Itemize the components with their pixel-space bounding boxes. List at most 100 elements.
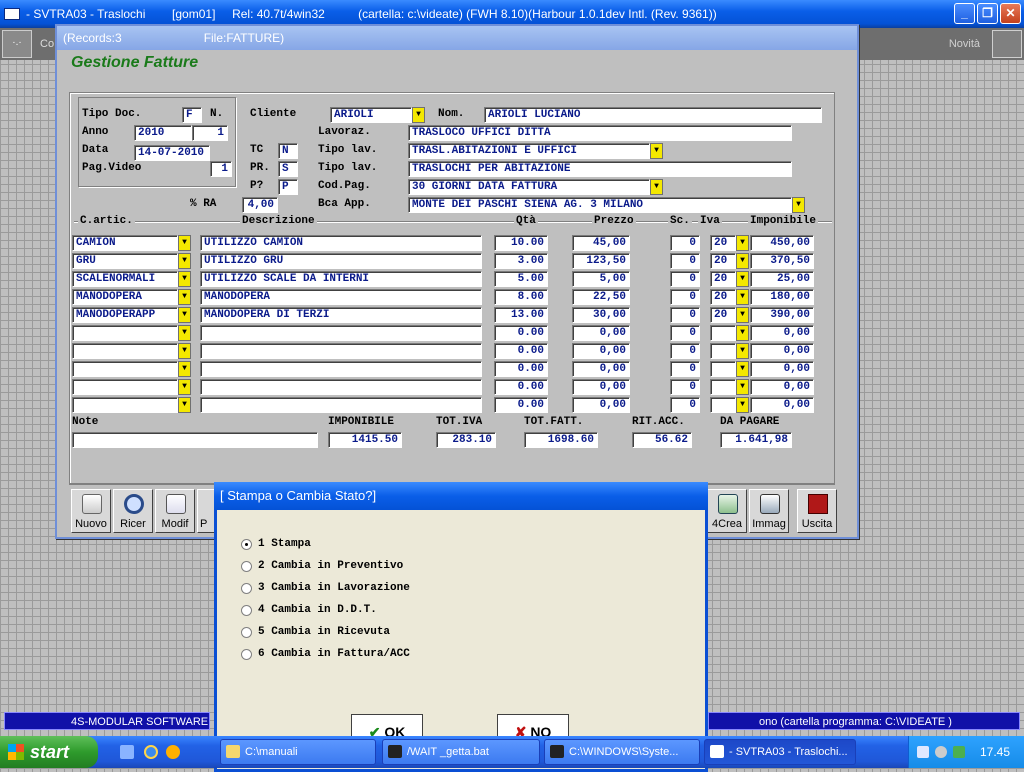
row-art-field[interactable]: SCALENORMALI: [72, 271, 178, 287]
row-art-dropdown-icon[interactable]: ▼: [178, 397, 191, 413]
row-iva-field[interactable]: 20: [710, 271, 736, 287]
nominativo-field[interactable]: ARIOLI LUCIANO: [484, 107, 822, 123]
row-imp-field[interactable]: 0,00: [750, 325, 814, 341]
row-sc-field[interactable]: 0: [670, 235, 700, 251]
toolbar-grip-button[interactable]: ·.·: [2, 30, 32, 58]
row-art-dropdown-icon[interactable]: ▼: [178, 361, 191, 377]
row-desc-field[interactable]: MANODOPERA: [200, 289, 482, 305]
pr-field[interactable]: S: [278, 161, 298, 177]
row-iva-field[interactable]: [710, 361, 736, 377]
row-imp-field[interactable]: 390,00: [750, 307, 814, 323]
radio-button-icon[interactable]: [241, 604, 252, 616]
row-desc-field[interactable]: MANODOPERA DI TERZI: [200, 307, 482, 323]
rit-acc-field[interactable]: 56.62: [632, 432, 692, 448]
row-iva-dropdown-icon[interactable]: ▼: [736, 325, 749, 341]
cliente-field[interactable]: ARIOLI: [330, 107, 412, 123]
row-iva-dropdown-icon[interactable]: ▼: [736, 343, 749, 359]
radio-button-icon[interactable]: [241, 560, 252, 572]
row-art-field[interactable]: CAMION: [72, 235, 178, 251]
lavorazione-field[interactable]: TRASLOCO UFFICI DITTA: [408, 125, 792, 141]
row-desc-field[interactable]: UTILIZZO GRU: [200, 253, 482, 269]
row-prezzo-field[interactable]: 0,00: [572, 343, 630, 359]
dialog-option[interactable]: 5 Cambia in Ricevuta: [241, 626, 390, 638]
row-sc-field[interactable]: 0: [670, 343, 700, 359]
partial-button[interactable]: P: [197, 489, 215, 533]
immag-button[interactable]: Immag: [749, 489, 789, 533]
toolbar-right-box[interactable]: [992, 30, 1022, 58]
row-sc-field[interactable]: 0: [670, 289, 700, 305]
dialog-option[interactable]: 3 Cambia in Lavorazione: [241, 582, 410, 594]
show-desktop-icon[interactable]: [120, 745, 134, 759]
tc-field[interactable]: N: [278, 143, 298, 159]
row-prezzo-field[interactable]: 22,50: [572, 289, 630, 305]
dialog-title[interactable]: [ Stampa o Cambia Stato?]: [214, 482, 708, 510]
taskbar-task-button[interactable]: /WAIT _getta.bat: [382, 739, 540, 765]
row-iva-dropdown-icon[interactable]: ▼: [736, 271, 749, 287]
row-iva-field[interactable]: 20: [710, 253, 736, 269]
row-iva-field[interactable]: [710, 325, 736, 341]
tipo-lav-field[interactable]: TRASL.ABITAZIONI E UFFICI: [408, 143, 650, 159]
row-qta-field[interactable]: 0.00: [494, 361, 548, 377]
row-imp-field[interactable]: 0,00: [750, 379, 814, 395]
row-iva-field[interactable]: 20: [710, 307, 736, 323]
row-iva-dropdown-icon[interactable]: ▼: [736, 253, 749, 269]
pag-video-field[interactable]: 1: [210, 161, 232, 177]
minimize-button[interactable]: _: [954, 3, 975, 24]
row-sc-field[interactable]: 0: [670, 253, 700, 269]
row-iva-field[interactable]: 20: [710, 289, 736, 305]
row-qta-field[interactable]: 10.00: [494, 235, 548, 251]
anno-field[interactable]: 2010: [134, 125, 192, 141]
data-field[interactable]: 14-07-2010: [134, 145, 210, 161]
tray-security-icon[interactable]: [953, 746, 965, 758]
note-field[interactable]: [72, 432, 318, 448]
dialog-option[interactable]: 4 Cambia in D.D.T.: [241, 604, 377, 616]
radio-button-icon[interactable]: [241, 538, 252, 550]
row-imp-field[interactable]: 180,00: [750, 289, 814, 305]
row-desc-field[interactable]: UTILIZZO CAMION: [200, 235, 482, 251]
radio-button-icon[interactable]: [241, 626, 252, 638]
row-desc-field[interactable]: [200, 361, 482, 377]
tipo-doc-field[interactable]: F: [182, 107, 202, 123]
taskbar-task-button[interactable]: - SVTRA03 - Traslochi...: [704, 739, 856, 765]
row-imp-field[interactable]: 0,00: [750, 343, 814, 359]
row-art-field[interactable]: GRU: [72, 253, 178, 269]
row-art-dropdown-icon[interactable]: ▼: [178, 271, 191, 287]
row-iva-dropdown-icon[interactable]: ▼: [736, 307, 749, 323]
taskbar-task-button[interactable]: C:\manuali: [220, 739, 376, 765]
row-desc-field[interactable]: UTILIZZO SCALE DA INTERNI: [200, 271, 482, 287]
row-desc-field[interactable]: [200, 379, 482, 395]
row-art-dropdown-icon[interactable]: ▼: [178, 379, 191, 395]
numero-field[interactable]: 1: [192, 125, 228, 141]
nuovo-button[interactable]: Nuovo: [71, 489, 111, 533]
radio-button-icon[interactable]: [241, 582, 252, 594]
row-imp-field[interactable]: 0,00: [750, 397, 814, 413]
row-iva-field[interactable]: [710, 397, 736, 413]
row-iva-field[interactable]: [710, 343, 736, 359]
dialog-option[interactable]: 1 Stampa: [241, 538, 311, 550]
internet-explorer-icon[interactable]: [144, 745, 158, 759]
row-iva-dropdown-icon[interactable]: ▼: [736, 289, 749, 305]
row-qta-field[interactable]: 0.00: [494, 343, 548, 359]
row-iva-field[interactable]: 20: [710, 235, 736, 251]
start-button[interactable]: start: [0, 736, 98, 768]
row-art-field[interactable]: [72, 325, 178, 341]
row-desc-field[interactable]: [200, 343, 482, 359]
row-art-dropdown-icon[interactable]: ▼: [178, 253, 191, 269]
crea4-button[interactable]: 4Crea: [707, 489, 747, 533]
banca-field[interactable]: MONTE DEI PASCHI SIENA AG. 3 MILANO: [408, 197, 792, 213]
row-qta-field[interactable]: 3.00: [494, 253, 548, 269]
tipo-lav-2-field[interactable]: TRASLOCHI PER ABITAZIONE: [408, 161, 792, 177]
row-prezzo-field[interactable]: 0,00: [572, 361, 630, 377]
cod-pag-dropdown-icon[interactable]: ▼: [650, 179, 663, 195]
row-iva-dropdown-icon[interactable]: ▼: [736, 379, 749, 395]
row-sc-field[interactable]: 0: [670, 325, 700, 341]
row-iva-field[interactable]: [710, 379, 736, 395]
maximize-button[interactable]: ❐: [977, 3, 998, 24]
dialog-option[interactable]: 2 Cambia in Preventivo: [241, 560, 403, 572]
radio-button-icon[interactable]: [241, 648, 252, 660]
row-qta-field[interactable]: 8.00: [494, 289, 548, 305]
da-pagare-field[interactable]: 1.641,98: [720, 432, 792, 448]
row-art-dropdown-icon[interactable]: ▼: [178, 343, 191, 359]
uscita-button[interactable]: Uscita: [797, 489, 837, 533]
row-sc-field[interactable]: 0: [670, 271, 700, 287]
